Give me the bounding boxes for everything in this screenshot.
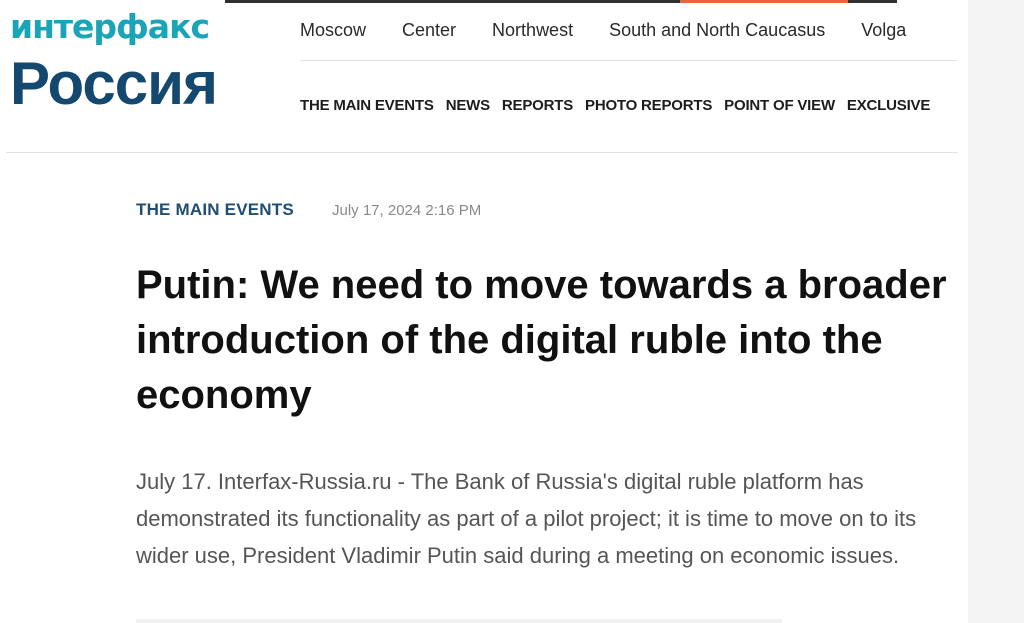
section-link-point-of-view[interactable]: POINT OF VIEW xyxy=(724,94,835,118)
top-strip-accent xyxy=(680,0,848,3)
logo-interfax-text: интерфакс xyxy=(10,7,210,46)
region-link-volga[interactable]: Volga xyxy=(861,14,906,46)
content-continuation xyxy=(136,619,782,623)
section-link-exclusive[interactable]: EXCLUSIVE xyxy=(847,94,930,118)
article-headline: Putin: We need to move towards a broader… xyxy=(136,263,947,417)
article-lead: July 17. Interfax-Russia.ru - The Bank o… xyxy=(136,469,917,568)
section-link-reports[interactable]: REPORTS xyxy=(502,94,573,118)
site-logo[interactable]: интерфакс Россия xyxy=(10,2,218,117)
article-category-link[interactable]: THE MAIN EVENTS xyxy=(136,200,294,220)
logo-russia-text: Россия xyxy=(10,50,218,117)
article-timestamp: July 17, 2024 2:16 PM xyxy=(332,202,482,219)
section-link-photo-reports[interactable]: PHOTO REPORTS xyxy=(585,94,712,118)
section-link-main-events[interactable]: THE MAIN EVENTS xyxy=(300,94,434,118)
region-link-south-caucasus[interactable]: South and North Caucasus xyxy=(609,14,825,46)
section-nav: THE MAIN EVENTS NEWS REPORTS PHOTO REPOR… xyxy=(300,94,942,118)
header-divider xyxy=(6,152,958,153)
region-link-northwest[interactable]: Northwest xyxy=(492,14,573,46)
region-nav: Moscow Center Northwest South and North … xyxy=(300,14,958,46)
region-divider xyxy=(300,60,958,61)
section-link-news[interactable]: NEWS xyxy=(446,94,490,118)
region-link-center[interactable]: Center xyxy=(402,14,456,46)
region-link-moscow[interactable]: Moscow xyxy=(300,14,366,46)
page: интерфакс Россия Moscow Center Northwest… xyxy=(0,0,968,623)
